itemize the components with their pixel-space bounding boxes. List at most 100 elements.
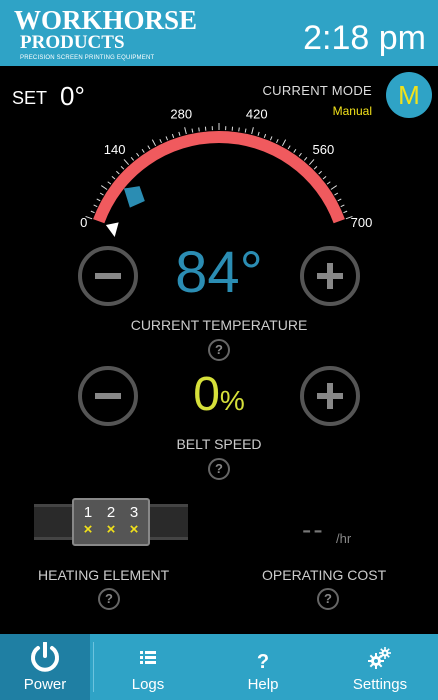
heating-zone-off-icon: × [83, 521, 93, 538]
nav-help[interactable]: ? Help [216, 634, 310, 700]
belt-speed-label: BELT SPEED [176, 436, 262, 452]
heating-bar-left [34, 504, 74, 540]
gauge-tick [93, 204, 98, 208]
gauge-tick [151, 139, 157, 147]
gauge-tick [340, 204, 345, 208]
gauge-tick [159, 139, 162, 144]
gauge-tick [313, 166, 318, 170]
gauge-tick [198, 127, 200, 132]
gauge-tick [334, 192, 339, 196]
operating-cost-value: -- [302, 514, 325, 545]
belt-speed-help-icon[interactable]: ? [208, 458, 230, 480]
gauge-tick [107, 181, 112, 185]
belt-speed-increase-button[interactable] [300, 366, 360, 426]
gauge-tick [147, 145, 151, 150]
gauge-tick [238, 127, 240, 132]
gauge-tick [343, 210, 348, 214]
gauge-tick [244, 128, 247, 133]
gauge-tick [96, 198, 101, 202]
heating-zone-number: 3 [129, 504, 139, 521]
gauge-tick [123, 159, 130, 166]
gauge-tick [165, 136, 169, 141]
nav-logs-label: Logs [131, 676, 165, 693]
gauge-tick-labels: 0 140 280 420 560 700 [80, 107, 372, 230]
logo-title: WORKHORSE [14, 5, 198, 35]
gauge-tick-label: 0 [80, 215, 87, 230]
plus-icon [317, 263, 343, 289]
gauge-tick [141, 148, 145, 153]
gauge-tick [191, 128, 194, 133]
gauge-tick [263, 133, 267, 138]
gauge-tick [287, 145, 291, 150]
gauge-tick [330, 185, 338, 190]
gauge-tick [116, 170, 120, 175]
gauge-tick [178, 131, 181, 136]
temperature-gauge[interactable]: 0 140 280 420 560 700 [0, 105, 438, 245]
question-icon: ? [257, 651, 269, 672]
operating-cost-unit: /hr [336, 531, 352, 546]
gauge-tick-label: 420 [246, 107, 268, 122]
heating-zone-2[interactable]: 2 × [100, 504, 122, 540]
gauge-tick [337, 198, 342, 202]
nav-logs[interactable]: Logs [100, 634, 196, 700]
heating-element-label: HEATING ELEMENT [38, 567, 170, 583]
gauge-tick [293, 148, 297, 153]
operating-cost-label: OPERATING COST [262, 567, 387, 583]
gauge-tick-label: 140 [104, 142, 126, 157]
gauge-arc [93, 131, 345, 224]
nav-divider [93, 642, 94, 692]
gauge-tick [326, 181, 331, 185]
belt-speed-value: 0% [0, 366, 438, 430]
app-header: WORKHORSE PRODUCTS PRECISION SCREEN PRIN… [0, 0, 438, 66]
gauge-tick [171, 133, 175, 138]
current-temperature-value: 84° [175, 240, 263, 305]
gauge-tick [318, 170, 322, 175]
temperature-increase-button[interactable] [300, 246, 360, 306]
gauge-tick-label: 700 [351, 215, 373, 230]
gauge-tick [269, 136, 273, 141]
gauge-tick [303, 156, 308, 161]
gauge-tick [322, 176, 327, 180]
bottom-nav: Power Logs ? Help Settings [0, 634, 438, 700]
gauge-tick [308, 159, 315, 166]
logo-subtitle: PRODUCTS [20, 32, 125, 53]
gauge-tick [298, 152, 302, 157]
belt-speed-number: 0 [193, 368, 220, 421]
gauge-tick [276, 139, 279, 144]
power-icon [31, 642, 59, 672]
gauge-tick [90, 210, 95, 214]
logo-tagline: PRECISION SCREEN PRINTING EQUIPMENT [20, 55, 155, 61]
nav-settings[interactable]: Settings [330, 634, 430, 700]
gauge-tick [184, 127, 187, 135]
heating-zone-off-icon: × [106, 521, 116, 538]
current-temperature-marker [123, 186, 145, 208]
gauge-tick-label: 560 [313, 142, 335, 157]
gauge-tick [130, 156, 135, 161]
heating-zone-3[interactable]: 3 × [123, 504, 145, 540]
gauge-tick [257, 131, 260, 136]
belt-speed-unit: % [219, 385, 245, 416]
gauge-tick [99, 192, 104, 196]
gauge-tick [100, 185, 108, 190]
heating-element-zones: 1 × 2 × 3 × [72, 498, 150, 546]
gears-icon [368, 647, 391, 669]
heating-zone-1[interactable]: 1 × [77, 504, 99, 540]
operating-cost-help-icon[interactable]: ? [317, 588, 339, 610]
current-mode-label: CURRENT MODE [262, 83, 372, 98]
nav-power-label: Power [23, 676, 67, 693]
setpoint-marker[interactable] [105, 222, 119, 238]
gauge-tick-label: 280 [170, 107, 192, 122]
heating-element-help-icon[interactable]: ? [98, 588, 120, 610]
nav-settings-label: Settings [352, 676, 408, 693]
svg-text:?: ? [257, 651, 269, 672]
nav-power[interactable]: Power [0, 634, 90, 700]
gauge-tick [251, 127, 254, 135]
temperature-help-icon[interactable]: ? [208, 339, 230, 361]
gauge-tick [136, 152, 140, 157]
heating-bar-right [148, 504, 188, 540]
current-temperature-label: CURRENT TEMPERATURE [130, 317, 308, 333]
list-icon [140, 651, 156, 664]
nav-help-label: Help [247, 676, 279, 693]
gauge-tick [281, 139, 287, 147]
clock: 2:18 pm [303, 19, 426, 57]
